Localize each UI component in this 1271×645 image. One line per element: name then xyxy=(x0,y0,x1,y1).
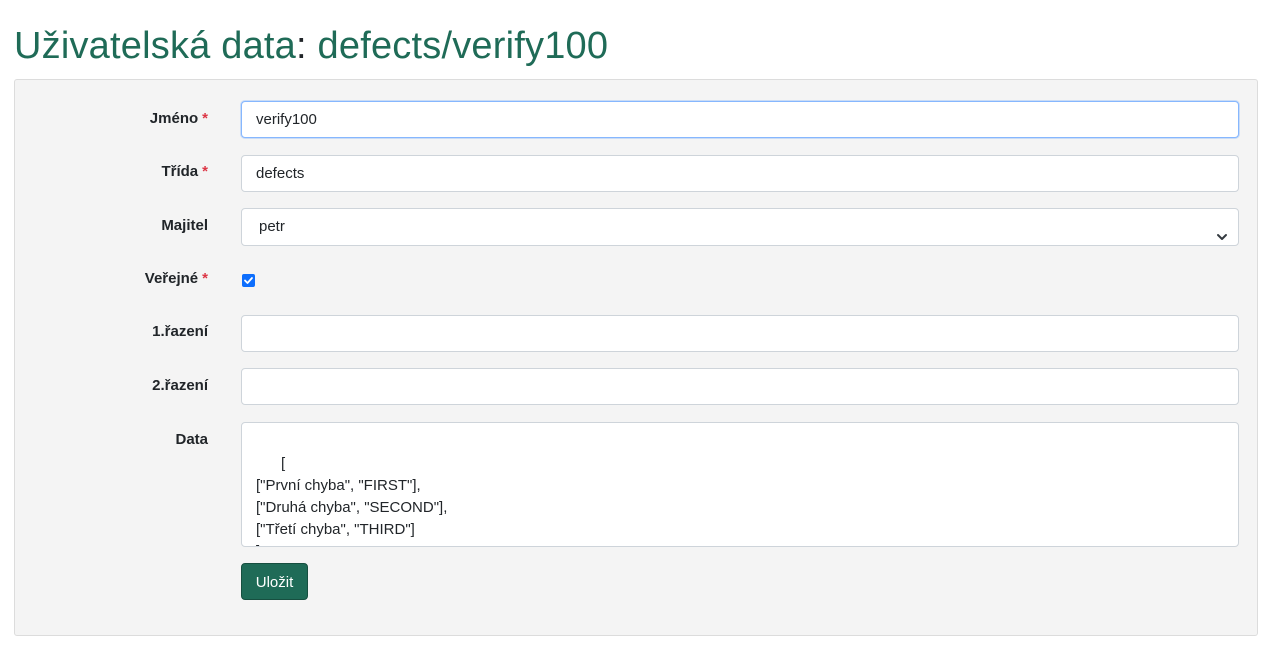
public-label: Veřejné * xyxy=(144,270,208,287)
owner-label: Majitel xyxy=(161,217,208,234)
required-mark: * xyxy=(202,163,208,180)
class-label: Třída * xyxy=(161,163,208,180)
name-input[interactable]: verify100 xyxy=(241,101,1239,138)
class-input[interactable]: defects xyxy=(241,155,1239,192)
sort2-label: 2.řazení xyxy=(152,377,208,394)
sort1-label: 1.řazení xyxy=(152,323,208,340)
owner-selected-value: petr xyxy=(259,218,285,235)
public-checkbox[interactable] xyxy=(242,274,255,287)
check-icon xyxy=(244,277,253,284)
data-textarea[interactable]: [ ["První chyba", "FIRST"], ["Druhá chyb… xyxy=(241,422,1239,547)
save-button[interactable]: Uložit xyxy=(241,563,308,600)
sort2-input[interactable] xyxy=(241,368,1239,405)
sort1-input[interactable] xyxy=(241,315,1239,352)
owner-select[interactable]: petr xyxy=(241,208,1239,246)
data-label: Data xyxy=(175,431,208,448)
resize-grip-icon[interactable] xyxy=(1228,536,1236,544)
user-data-form: Jméno * verify100 Třída * defects Majitel … xyxy=(14,79,1258,636)
data-textarea-content: [ ["První chyba", "FIRST"], ["Druhá chyb… xyxy=(256,455,448,546)
page-title-colon: : xyxy=(296,25,307,67)
chevron-down-icon xyxy=(1216,221,1228,240)
required-mark: * xyxy=(202,270,208,287)
required-mark: * xyxy=(202,110,208,127)
name-label: Jméno * xyxy=(149,110,208,127)
page-title: Uživatelská data: defects/verify100 xyxy=(14,22,608,70)
page-title-path: defects/verify100 xyxy=(306,25,609,67)
page-title-prefix: Uživatelská data xyxy=(14,25,297,67)
